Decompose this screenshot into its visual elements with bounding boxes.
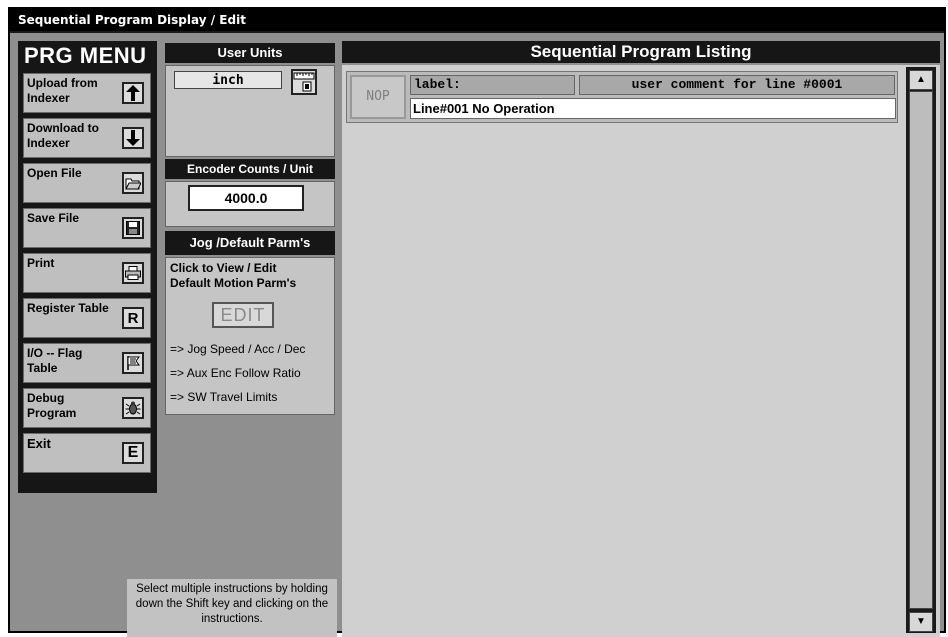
menu-item-label: Download to Indexer <box>27 121 99 150</box>
jog-instruction-2: Default Motion Parm's <box>170 276 297 290</box>
menu-item-label: Save File <box>27 211 80 225</box>
menu-item-label: Upload from Indexer <box>27 76 98 105</box>
jog-instruction-1: Click to View / Edit <box>170 261 277 275</box>
line-label-field[interactable]: label: <box>410 75 575 95</box>
jog-bullet: => SW Travel Limits <box>170 390 278 404</box>
program-listing[interactable]: NOP label: user comment for line #0001 L… <box>342 65 940 637</box>
debug-program-button[interactable]: Debug Program <box>23 388 151 428</box>
download-to-indexer-button[interactable]: Download to Indexer <box>23 118 151 158</box>
encoder-header: Encoder Counts / Unit <box>165 159 335 179</box>
jog-bullet: => Aux Enc Follow Ratio <box>170 366 301 380</box>
ruler-icon[interactable] <box>291 69 317 95</box>
edit-button[interactable]: EDIT <box>212 302 274 328</box>
listing-header: Sequential Program Listing <box>342 41 940 63</box>
program-line[interactable]: NOP label: user comment for line #0001 L… <box>346 71 898 123</box>
line-description[interactable]: Line#001 No Operation <box>410 98 896 119</box>
scroll-down-arrow-icon[interactable]: ▼ <box>909 612 933 632</box>
jog-bullet: => Jog Speed / Acc / Dec <box>170 342 306 356</box>
user-units-field[interactable]: inch <box>174 71 282 89</box>
line-comment-field[interactable]: user comment for line #0001 <box>579 75 895 95</box>
exit-button[interactable]: Exit E <box>23 433 151 473</box>
menu-item-label: Register Table <box>27 301 109 315</box>
jog-panel: Click to View / Edit Default Motion Parm… <box>165 257 335 415</box>
encoder-counts-field[interactable]: 4000.0 <box>188 185 304 211</box>
main-window: Sequential Program Display / Edit PRG ME… <box>8 7 946 637</box>
prg-menu: PRG MENU Upload from Indexer Download to… <box>18 41 157 493</box>
vertical-scrollbar[interactable]: ▲ ▼ <box>906 67 936 633</box>
user-units-panel: inch <box>165 65 335 157</box>
client-area: PRG MENU Upload from Indexer Download to… <box>10 33 944 637</box>
upload-from-indexer-button[interactable]: Upload from Indexer <box>23 73 151 113</box>
encoder-panel: 4000.0 <box>165 181 335 227</box>
floppy-disk-icon[interactable] <box>122 217 144 239</box>
flag-icon[interactable] <box>122 352 144 374</box>
print-button[interactable]: Print <box>23 253 151 293</box>
letter-e-icon[interactable]: E <box>122 442 144 464</box>
open-file-button[interactable]: Open File <box>23 163 151 203</box>
letter-r-icon[interactable]: R <box>122 307 144 329</box>
jog-header: Jog /Default Parm's <box>165 231 335 255</box>
menu-title: PRG MENU <box>24 43 147 68</box>
printer-icon[interactable] <box>122 262 144 284</box>
bug-icon[interactable] <box>122 397 144 419</box>
open-folder-icon[interactable] <box>122 172 144 194</box>
scroll-track[interactable] <box>909 91 933 609</box>
arrow-up-icon[interactable] <box>122 82 144 104</box>
instruction-button[interactable]: NOP <box>350 75 406 119</box>
menu-item-label: I/O -- Flag Table <box>27 346 83 375</box>
user-units-header: User Units <box>165 43 335 63</box>
menu-item-label: Open File <box>27 166 82 180</box>
arrow-down-icon[interactable] <box>122 127 144 149</box>
io-flag-table-button[interactable]: I/O -- Flag Table <box>23 343 151 383</box>
selection-hint: Select multiple instructions by holding … <box>127 579 337 637</box>
scroll-up-arrow-icon[interactable]: ▲ <box>909 70 933 90</box>
save-file-button[interactable]: Save File <box>23 208 151 248</box>
menu-item-label: Exit <box>27 436 51 451</box>
menu-item-label: Debug Program <box>27 391 77 420</box>
register-table-button[interactable]: Register Table R <box>23 298 151 338</box>
menu-item-label: Print <box>27 256 55 270</box>
window-title: Sequential Program Display / Edit <box>10 9 944 31</box>
